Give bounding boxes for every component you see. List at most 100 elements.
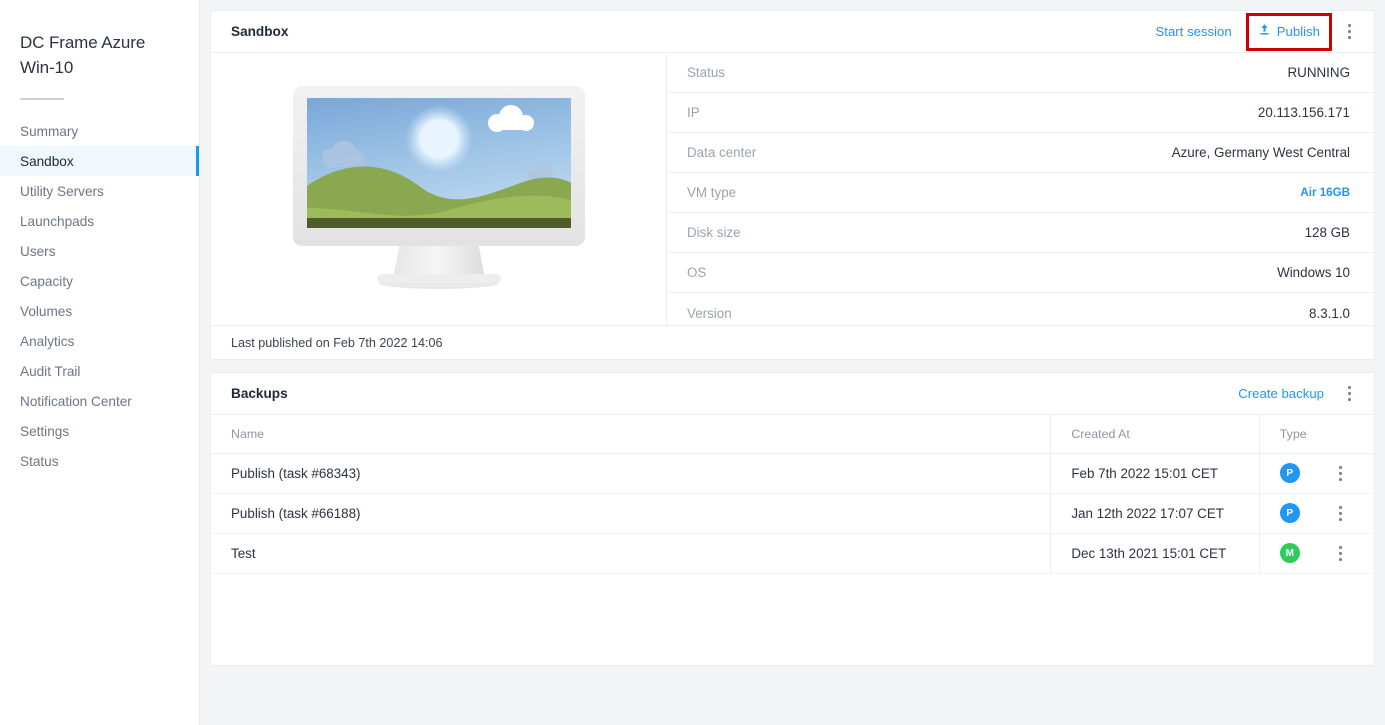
sidebar-item-label: Summary	[20, 123, 79, 139]
sandbox-menu-button[interactable]	[1336, 17, 1362, 47]
backup-actions-cell	[1327, 493, 1374, 534]
spec-key: Status	[687, 65, 725, 80]
sidebar-item-summary[interactable]: Summary	[0, 116, 199, 146]
kebab-dot	[1347, 386, 1351, 389]
backup-name-cell: Publish (task #68343)	[211, 453, 1051, 494]
spec-row: Data center Azure, Germany West Central	[667, 133, 1374, 173]
backup-type-cell: P	[1258, 493, 1328, 534]
kebab-dot	[1338, 545, 1342, 549]
spec-value: 8.3.1.0	[1309, 305, 1350, 321]
sidebar-item-volumes[interactable]: Volumes	[0, 296, 199, 326]
sandbox-title: Sandbox	[231, 24, 289, 39]
start-session-button[interactable]: Start session	[1148, 24, 1240, 39]
sidebar-item-label: Sandbox	[20, 153, 74, 169]
publish-button[interactable]: Publish	[1245, 12, 1332, 51]
table-header-row: Name Created At Type	[211, 415, 1374, 454]
sidebar-item-label: Analytics	[20, 333, 75, 349]
backup-actions-cell	[1327, 533, 1374, 574]
sidebar-item-status[interactable]: Status	[0, 446, 199, 476]
spec-row: Status RUNNING	[667, 53, 1374, 93]
kebab-dot	[1338, 465, 1342, 469]
sidebar-nav: Summary Sandbox Utility Servers Launchpads U…	[0, 116, 199, 476]
backups-table-head: Name Created At Type	[211, 415, 1374, 454]
status-badge: P	[1279, 503, 1300, 523]
column-header-type[interactable]: Type	[1258, 415, 1328, 454]
spec-key: VM type	[687, 185, 737, 200]
sandbox-specs: Status RUNNING IP 20.113.156.171 Data center…	[667, 53, 1374, 325]
page-title: DC Frame Azure Win-10	[20, 33, 146, 77]
table-row[interactable]: Test Dec 13th 2021 15:01 CET M	[211, 533, 1374, 574]
row-menu-button[interactable]	[1327, 540, 1353, 566]
spec-row: IP 20.113.156.171	[667, 93, 1374, 133]
spec-key: Disk size	[687, 225, 741, 240]
sandbox-card: Sandbox Start session Publish Status RUN…	[210, 10, 1375, 360]
sidebar-item-label: Launchpads	[20, 213, 95, 229]
sandbox-card-header: Sandbox Start session Publish	[211, 11, 1374, 53]
sidebar-item-label: Capacity	[20, 273, 73, 289]
kebab-dot	[1347, 398, 1351, 401]
sidebar-item-label: Utility Servers	[20, 183, 104, 199]
sidebar-item-users[interactable]: Users	[0, 236, 199, 266]
kebab-dot	[1338, 517, 1342, 521]
backups-card-header: Backups Create backup	[211, 373, 1374, 415]
backup-created-at-cell: Feb 7th 2022 15:01 CET	[1050, 453, 1260, 494]
kebab-dot	[1338, 551, 1342, 555]
backups-card: Backups Create backup Name Created At Ty…	[210, 372, 1375, 666]
sandbox-illustration	[211, 53, 667, 325]
sidebar-item-label: Status	[20, 453, 59, 469]
sidebar-item-launchpads[interactable]: Launchpads	[0, 206, 199, 236]
backup-created-at-cell: Jan 12th 2022 17:07 CET	[1050, 493, 1260, 534]
table-row[interactable]: Publish (task #66188) Jan 12th 2022 17:07…	[211, 493, 1374, 534]
kebab-dot	[1338, 477, 1342, 481]
sandbox-body: Status RUNNING IP 20.113.156.171 Data center…	[211, 53, 1374, 325]
spec-key: IP	[687, 105, 700, 120]
sidebar-item-label: Volumes	[20, 303, 73, 319]
sidebar-item-notification-center[interactable]: Notification Center	[0, 386, 199, 416]
spec-row: Version 8.3.1.0	[667, 293, 1374, 333]
create-backup-button[interactable]: Create backup	[1230, 386, 1332, 401]
kebab-dot	[1338, 471, 1342, 475]
backups-menu-button[interactable]	[1336, 379, 1362, 409]
table-row[interactable]: Publish (task #68343) Feb 7th 2022 15:01 …	[211, 453, 1374, 494]
spec-value[interactable]: Air 16GB	[1300, 186, 1350, 199]
backups-table-body: Publish (task #68343) Feb 7th 2022 15:01 …	[211, 453, 1374, 574]
spec-value: RUNNING	[1287, 65, 1351, 80]
main-content: Sandbox Start session Publish Status RUN…	[200, 0, 1385, 725]
sidebar-item-analytics[interactable]: Analytics	[0, 326, 199, 356]
kebab-dot	[1347, 24, 1351, 27]
row-menu-button[interactable]	[1327, 500, 1353, 526]
spec-value: Windows 10	[1277, 265, 1350, 280]
backup-type-cell: P	[1258, 453, 1328, 494]
sidebar-item-sandbox[interactable]: Sandbox	[0, 146, 199, 176]
kebab-dot	[1347, 392, 1351, 395]
desktop-monitor-icon	[292, 85, 585, 289]
spec-value: 128 GB	[1304, 225, 1350, 240]
spec-row: OS Windows 10	[667, 253, 1374, 293]
backup-actions-cell	[1327, 453, 1374, 494]
column-header-actions	[1327, 415, 1374, 454]
row-menu-button[interactable]	[1327, 460, 1353, 486]
sidebar-item-settings[interactable]: Settings	[0, 416, 199, 446]
spec-key: OS	[687, 265, 707, 280]
sidebar-item-label: Users	[20, 243, 56, 259]
backup-created-at-cell: Dec 13th 2021 15:01 CET	[1050, 533, 1260, 574]
sidebar-item-capacity[interactable]: Capacity	[0, 266, 199, 296]
kebab-dot	[1338, 505, 1342, 509]
spec-row: Disk size 128 GB	[667, 213, 1374, 253]
kebab-dot	[1347, 36, 1351, 39]
sidebar-item-audit-trail[interactable]: Audit Trail	[0, 356, 199, 386]
sidebar-item-label: Notification Center	[20, 393, 132, 409]
upload-icon	[1258, 23, 1271, 41]
publish-label: Publish	[1276, 24, 1320, 39]
sidebar-item-utility-servers[interactable]: Utility Servers	[0, 176, 199, 206]
app-root: DC Frame Azure Win-10 Summary Sandbox Util…	[0, 0, 1385, 725]
status-badge: M	[1279, 543, 1300, 563]
title-divider	[20, 98, 64, 100]
kebab-dot	[1338, 557, 1342, 561]
column-header-name[interactable]: Name	[211, 415, 1051, 454]
spec-value: 20.113.156.171	[1257, 105, 1350, 120]
sidebar: DC Frame Azure Win-10 Summary Sandbox Util…	[0, 0, 200, 725]
spec-key: Data center	[687, 145, 757, 160]
column-header-created-at[interactable]: Created At	[1050, 415, 1260, 454]
spec-row: VM type Air 16GB	[667, 173, 1374, 213]
